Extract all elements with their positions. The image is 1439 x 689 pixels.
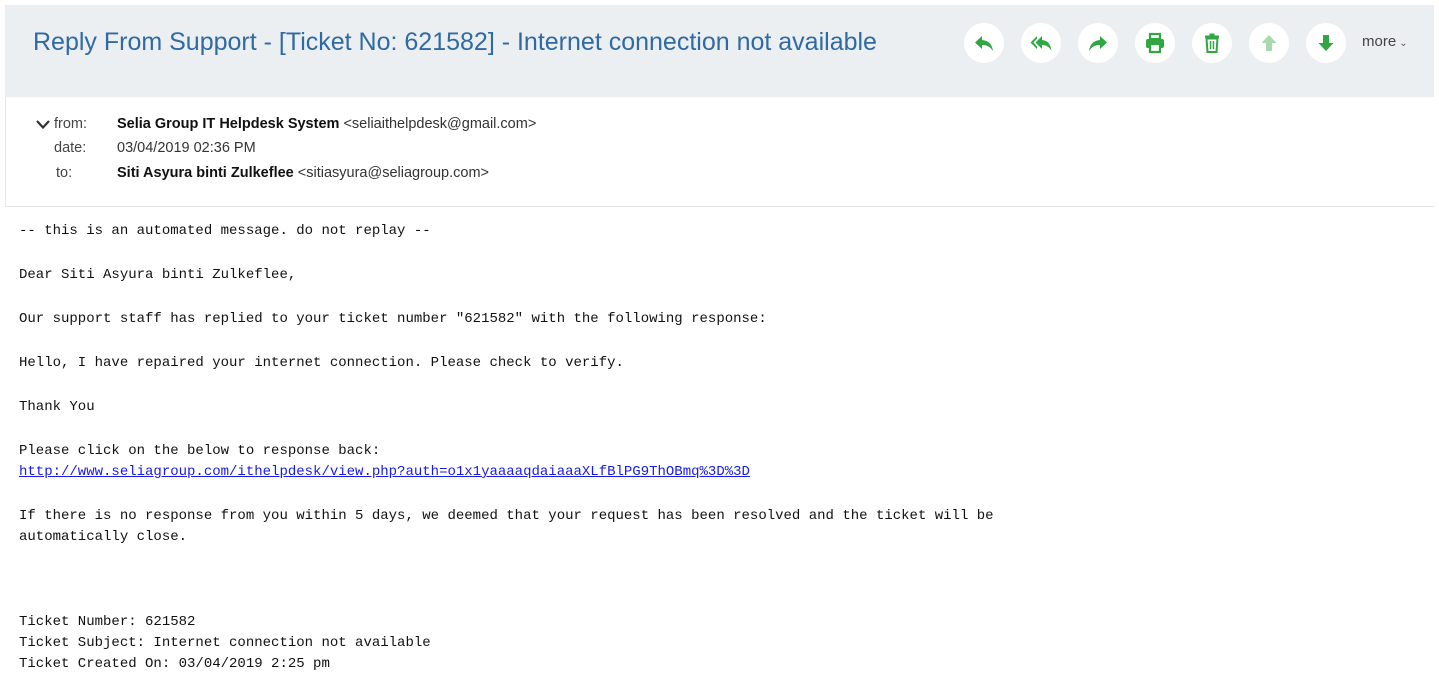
thanks-line: Thank You <box>19 399 95 415</box>
arrow-up-icon <box>1261 35 1277 51</box>
more-label: more <box>1362 33 1397 50</box>
date-value: 03/04/2019 02:36 PM <box>117 140 256 156</box>
notice-line-2: automatically close. <box>19 529 188 545</box>
ticket-response-link[interactable]: http://www.seliagroup.com/ithelpdesk/vie… <box>19 464 750 480</box>
ticket-subject-line: Ticket Subject: Internet connection not … <box>19 635 431 651</box>
next-message-button[interactable] <box>1306 23 1346 63</box>
print-button[interactable] <box>1135 23 1175 63</box>
email-meta-panel: from: Selia Group IT Helpdesk System <se… <box>5 97 1434 207</box>
to-value: Siti Asyura binti Zulkeflee <sitiasyura@… <box>117 163 489 183</box>
delete-icon <box>1205 33 1219 53</box>
email-toolbar <box>964 23 1363 63</box>
ticket-number-line: Ticket Number: 621582 <box>19 614 196 630</box>
reply-button[interactable] <box>964 23 1004 63</box>
more-menu-button[interactable]: more ⌄ <box>1362 33 1408 50</box>
collapse-caret-icon[interactable] <box>36 118 50 130</box>
email-subject: Reply From Support - [Ticket No: 621582]… <box>33 28 877 56</box>
arrow-down-icon <box>1318 35 1334 51</box>
click-prompt-line: Please click on the below to response ba… <box>19 443 381 459</box>
previous-message-button[interactable] <box>1249 23 1289 63</box>
from-label: from: <box>54 116 88 132</box>
date-label: date: <box>54 140 87 156</box>
forward-button[interactable] <box>1078 23 1118 63</box>
recipient-name[interactable]: Siti Asyura binti Zulkeflee <box>117 165 294 181</box>
notice-line-1: If there is no response from you within … <box>19 508 994 524</box>
from-value: Selia Group IT Helpdesk System <seliaith… <box>117 114 536 134</box>
delete-button[interactable] <box>1192 23 1232 63</box>
greeting-line: Dear Siti Asyura binti Zulkeflee, <box>19 267 297 283</box>
reply-all-icon <box>1030 36 1052 51</box>
email-body: -- this is an automated message. do not … <box>19 221 1429 675</box>
sender-email[interactable]: <seliaithelpdesk@gmail.com> <box>343 116 536 132</box>
automated-notice: -- this is an automated message. do not … <box>19 223 431 239</box>
forward-icon <box>1089 36 1107 51</box>
to-label: to: <box>56 165 73 181</box>
intro-line: Our support staff has replied to your ti… <box>19 311 767 327</box>
ticket-created-line: Ticket Created On: 03/04/2019 2:25 pm <box>19 656 330 672</box>
sender-name[interactable]: Selia Group IT Helpdesk System <box>117 116 339 132</box>
response-line: Hello, I have repaired your internet con… <box>19 355 624 371</box>
print-icon <box>1146 32 1164 54</box>
chevron-down-icon: ⌄ <box>1399 38 1408 49</box>
recipient-email[interactable]: <sitiasyura@seliagroup.com> <box>298 165 489 181</box>
reply-icon <box>975 36 993 51</box>
reply-all-button[interactable] <box>1021 23 1061 63</box>
